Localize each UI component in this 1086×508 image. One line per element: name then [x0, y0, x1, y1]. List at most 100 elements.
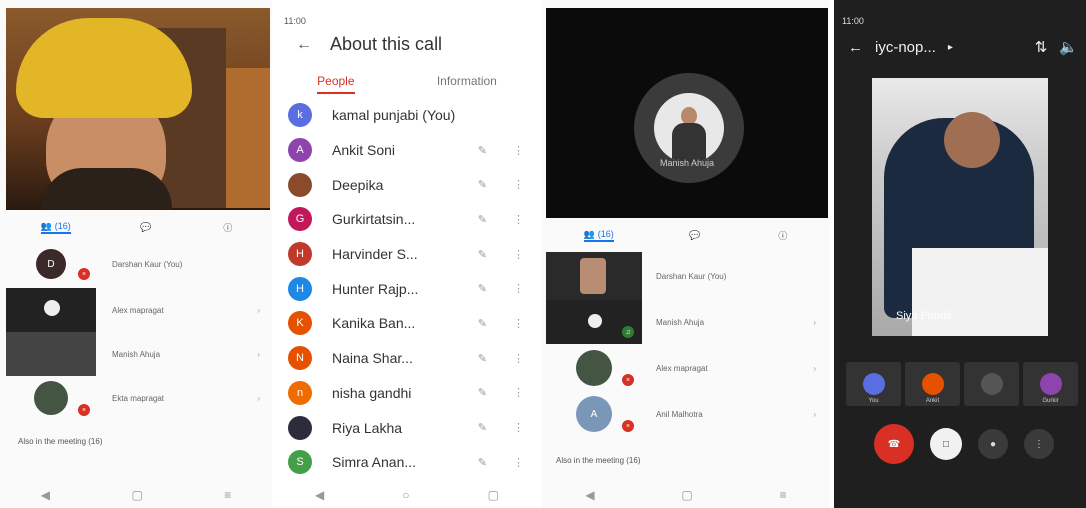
chevron-right-icon[interactable]: ▸: [948, 42, 953, 53]
participant-tile[interactable]: Ankit: [905, 362, 960, 406]
list-item[interactable]: Manish Ahuja ›: [6, 332, 270, 376]
back-arrow-icon[interactable]: ←: [848, 39, 863, 56]
participant-row[interactable]: G Gurkirtatsin... ✎ ⋮: [276, 202, 538, 237]
pin-icon[interactable]: ✎: [478, 352, 487, 365]
tab-info[interactable]: ⓘ: [223, 221, 235, 234]
participant-tile[interactable]: [964, 362, 1019, 406]
tab-people[interactable]: 👥 (16): [583, 229, 614, 242]
camera-toggle-button[interactable]: □: [930, 428, 962, 460]
main-video-feed[interactable]: Manish Ahuja: [546, 8, 828, 218]
row-actions: ✎ ⋮: [478, 248, 524, 261]
end-call-button[interactable]: ☎: [874, 424, 914, 464]
more-icon[interactable]: ›: [257, 394, 260, 403]
list-item[interactable]: × Alex mapragat ›: [546, 346, 828, 390]
home-nav-icon[interactable]: ▢: [681, 488, 692, 502]
pin-icon[interactable]: ✎: [478, 456, 487, 469]
participant-row[interactable]: K Kanika Ban... ✎ ⋮: [276, 306, 538, 341]
row-actions: ✎ ⋮: [478, 144, 524, 157]
more-vert-icon[interactable]: ⋮: [513, 456, 524, 469]
mic-off-icon: ×: [78, 268, 90, 280]
status-bar: [6, 8, 270, 26]
pin-icon[interactable]: ✎: [478, 386, 487, 399]
participant-name: Deepika: [332, 176, 384, 193]
more-vert-icon[interactable]: ⋮: [513, 248, 524, 261]
tile-label: Ankit: [925, 398, 940, 404]
avatar: D: [36, 249, 66, 279]
mic-off-icon: ×: [78, 404, 90, 416]
about-tabs: People Information: [276, 74, 538, 94]
more-vert-icon[interactable]: ⋮: [513, 352, 524, 365]
more-vert-icon[interactable]: ⋮: [513, 421, 524, 434]
participant-row[interactable]: k kamal punjabi (You): [276, 98, 538, 133]
switch-camera-icon[interactable]: ⇅: [1035, 38, 1048, 56]
main-video-feed[interactable]: Siya Pundir: [872, 78, 1048, 336]
more-options-button[interactable]: ⋮: [1024, 429, 1054, 459]
video-thumbnail: [6, 332, 96, 376]
row-label: Darshan Kaur (You): [656, 271, 727, 281]
more-icon[interactable]: ›: [813, 318, 816, 327]
meeting-code[interactable]: iyc-nop...: [875, 39, 936, 56]
back-arrow-icon[interactable]: ←: [296, 36, 312, 54]
list-item[interactable]: Darshan Kaur (You): [546, 252, 828, 300]
pin-icon[interactable]: ✎: [478, 421, 487, 434]
more-vert-icon[interactable]: ⋮: [513, 386, 524, 399]
pin-icon[interactable]: ✎: [478, 317, 487, 330]
tab-people[interactable]: People: [317, 74, 355, 94]
participant-name: kamal punjabi (You): [332, 107, 456, 124]
row-actions: ✎ ⋮: [478, 456, 524, 469]
home-nav-icon[interactable]: ○: [402, 488, 409, 502]
screen-speaker-list: Manish Ahuja 👥 (16) 💬 ⓘ Darshan Kaur (You…: [542, 0, 830, 508]
participant-row[interactable]: N Naina Shar... ✎ ⋮: [276, 341, 538, 376]
more-icon[interactable]: ›: [257, 350, 260, 359]
participant-name: Simra Anan...: [332, 454, 417, 471]
back-nav-icon[interactable]: ◀: [585, 488, 594, 502]
recents-nav-icon[interactable]: ▢: [488, 488, 499, 502]
back-nav-icon[interactable]: ◀: [41, 488, 50, 502]
list-item[interactable]: D × Darshan Kaur (You): [6, 244, 270, 284]
pin-icon[interactable]: ✎: [478, 144, 487, 157]
pin-icon[interactable]: ✎: [478, 248, 487, 261]
avatar: [1039, 373, 1062, 395]
participant-row[interactable]: n nisha gandhi ✎ ⋮: [276, 376, 538, 411]
speaker-icon[interactable]: 🔈: [1059, 38, 1078, 56]
list-item[interactable]: A × Anil Malhotra ›: [546, 392, 828, 436]
more-icon[interactable]: ›: [813, 364, 816, 373]
more-icon[interactable]: ›: [257, 306, 260, 315]
tab-info[interactable]: ⓘ: [778, 229, 790, 242]
pin-icon[interactable]: ✎: [478, 213, 487, 226]
row-label: Alex mapragat: [112, 305, 164, 315]
avatar: k: [288, 103, 312, 128]
participant-row[interactable]: H Hunter Rajp... ✎ ⋮: [276, 271, 538, 306]
main-video-feed[interactable]: [6, 8, 270, 210]
mic-toggle-button[interactable]: ●: [978, 429, 1008, 459]
more-icon[interactable]: ›: [813, 410, 816, 419]
more-vert-icon[interactable]: ⋮: [513, 144, 524, 157]
tab-people[interactable]: 👥 (16): [40, 221, 71, 234]
participant-row[interactable]: Deepika ✎ ⋮: [276, 167, 538, 202]
pin-icon[interactable]: ✎: [478, 178, 487, 191]
participant-row[interactable]: Riya Lakha ✎ ⋮: [276, 410, 538, 445]
more-vert-icon[interactable]: ⋮: [513, 213, 524, 226]
list-item[interactable]: ♫ Manish Ahuja ›: [546, 300, 828, 344]
video-thumbnail: [546, 252, 642, 300]
tab-information[interactable]: Information: [437, 74, 497, 94]
more-vert-icon[interactable]: ⋮: [513, 178, 524, 191]
participant-row[interactable]: A Ankit Soni ✎ ⋮: [276, 133, 538, 168]
participant-tile[interactable]: You: [846, 362, 901, 406]
tab-chat[interactable]: 💬: [689, 230, 703, 241]
tab-chat[interactable]: 💬: [140, 222, 154, 233]
page-title: About this call: [330, 34, 443, 54]
pin-icon[interactable]: ✎: [478, 282, 487, 295]
participant-row[interactable]: S Simra Anan... ✎ ⋮: [276, 445, 538, 480]
back-nav-icon[interactable]: ◀: [315, 488, 324, 502]
recents-nav-icon[interactable]: ≡: [224, 488, 231, 502]
list-item[interactable]: Alex mapragat ›: [6, 288, 270, 332]
recents-nav-icon[interactable]: ≡: [780, 488, 787, 502]
home-nav-icon[interactable]: ▢: [131, 488, 142, 502]
participant-row[interactable]: H Harvinder S... ✎ ⋮: [276, 237, 538, 272]
more-vert-icon[interactable]: ⋮: [513, 282, 524, 295]
call-controls: ☎ □ ● ⋮: [874, 424, 1054, 464]
list-item[interactable]: × Ekta mapragat ›: [6, 378, 270, 418]
participant-tile[interactable]: Gurkir: [1023, 362, 1078, 406]
more-vert-icon[interactable]: ⋮: [513, 317, 524, 330]
